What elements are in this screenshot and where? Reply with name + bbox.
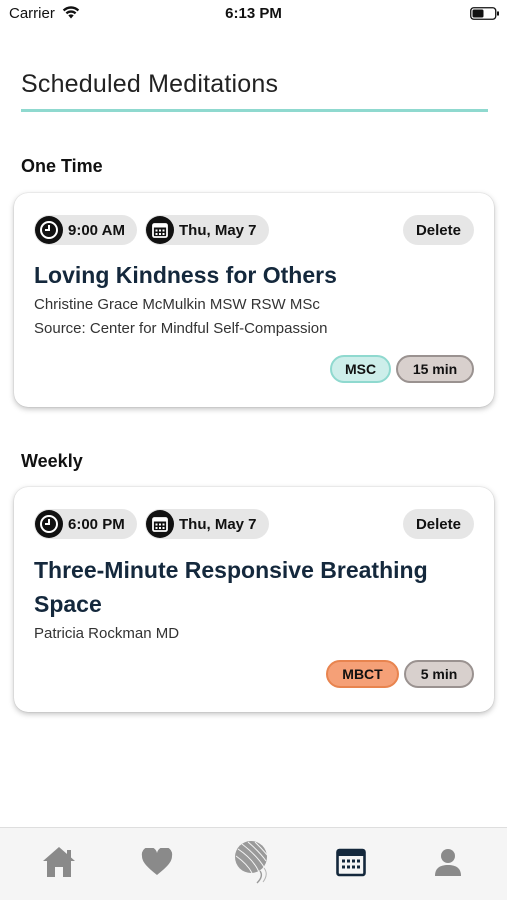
clock-icon (35, 510, 63, 538)
date-label: Thu, May 7 (179, 221, 257, 239)
time-label: 6:00 PM (68, 515, 125, 533)
delete-button[interactable]: Delete (402, 215, 474, 245)
duration-tag: 5 min (404, 660, 474, 688)
date-chip: Thu, May 7 (145, 509, 269, 539)
heart-icon (141, 848, 173, 875)
scheduled-meditation-card[interactable]: 9:00 AM Thu, May 7 Delete Loving Kindnes… (14, 193, 494, 407)
time-chip: 6:00 PM (34, 509, 137, 539)
section-heading-weekly: Weekly (21, 451, 83, 471)
profile-icon (435, 849, 461, 876)
delete-button[interactable]: Delete (402, 509, 474, 539)
duration-tag: 15 min (396, 355, 474, 383)
home-icon (43, 847, 75, 877)
yarn-ball-icon (235, 841, 268, 884)
program-tag: MBCT (326, 660, 399, 688)
page-title: Scheduled Meditations (21, 70, 279, 98)
calendar-icon (146, 216, 174, 244)
scheduled-meditation-card[interactable]: 6:00 PM Thu, May 7 Delete Three-Minute R… (14, 487, 494, 712)
date-chip: Thu, May 7 (145, 215, 269, 245)
meditation-title: Loving Kindness for Others (34, 262, 337, 288)
status-bar: Carrier 6:13 PM (0, 0, 507, 30)
tab-favorites[interactable] (137, 842, 177, 882)
calendar-icon (336, 848, 366, 877)
meditation-title: Three-Minute Responsive Breathing Space (34, 557, 428, 617)
clock-icon (35, 216, 63, 244)
tab-meditate[interactable] (232, 838, 274, 886)
time-label: 9:00 AM (68, 221, 125, 239)
battery-icon (470, 7, 499, 20)
section-heading-one-time: One Time (21, 156, 103, 176)
teacher-name: Christine Grace McMulkin MSW RSW MSc (34, 296, 320, 313)
status-time: 6:13 PM (225, 5, 282, 22)
tab-schedule[interactable] (331, 842, 371, 882)
source-text: Source: Center for Mindful Self-Compassi… (34, 320, 328, 337)
teacher-name: Patricia Rockman MD (34, 625, 180, 642)
time-chip: 9:00 AM (34, 215, 137, 245)
date-label: Thu, May 7 (179, 515, 257, 533)
tab-profile[interactable] (428, 842, 468, 882)
program-tag: MSC (330, 355, 391, 383)
tab-home[interactable] (39, 842, 79, 882)
calendar-icon (146, 510, 174, 538)
title-underline (21, 109, 488, 112)
tab-bar (0, 827, 507, 900)
